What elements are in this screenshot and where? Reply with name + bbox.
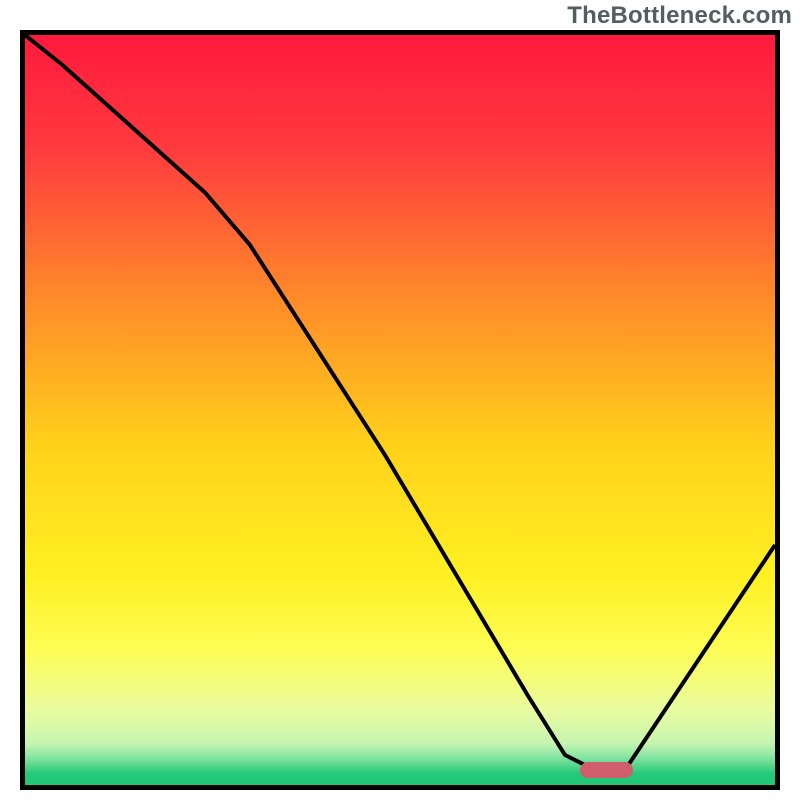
watermark-text: TheBottleneck.com [567,2,792,30]
bottleneck-curve [25,35,775,785]
chart-container: TheBottleneck.com [0,0,800,800]
optimal-range-marker [580,762,633,778]
plot-area [20,30,780,790]
